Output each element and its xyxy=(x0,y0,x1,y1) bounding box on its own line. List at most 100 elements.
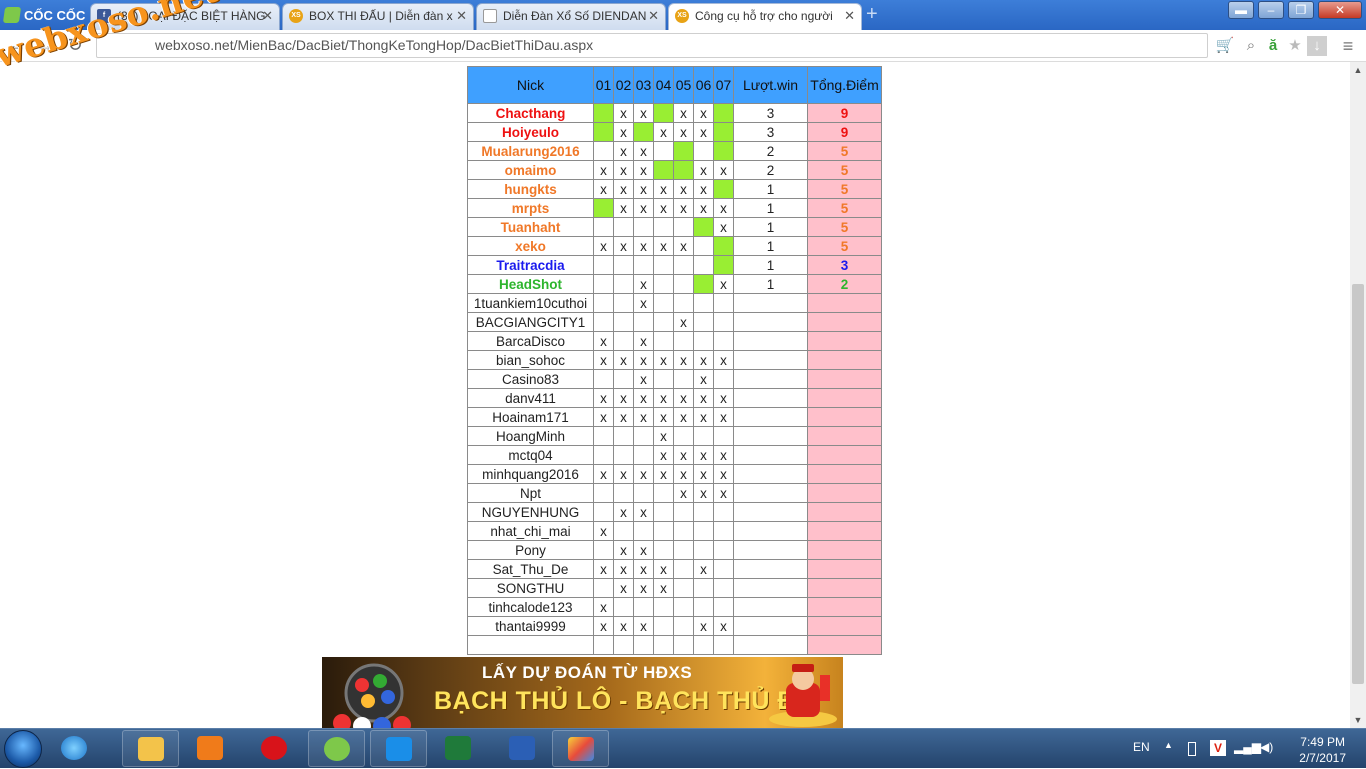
nick-cell[interactable]: danv411 xyxy=(467,388,594,408)
nick-cell[interactable]: Mualarung2016 xyxy=(467,141,594,161)
nick-cell[interactable]: Casino83 xyxy=(467,369,594,389)
nick-cell[interactable]: SONGTHU xyxy=(467,578,594,598)
tab-cong-cu[interactable]: XS Công cụ hỗ trợ cho người ✕ xyxy=(668,3,862,30)
nick-cell[interactable]: minhquang2016 xyxy=(467,464,594,484)
win-cell xyxy=(633,122,654,142)
table-row: Casino83 x x xyxy=(467,369,882,389)
scroll-down-icon[interactable]: ▼ xyxy=(1350,712,1366,728)
settings-menu-icon[interactable]: ≡ xyxy=(1338,36,1358,56)
day-cell: x xyxy=(613,236,634,256)
paint-icon xyxy=(568,737,594,761)
taskbar-explorer[interactable] xyxy=(122,730,179,767)
start-button[interactable] xyxy=(4,730,42,768)
nick-cell[interactable]: BACGIANGCITY1 xyxy=(467,312,594,332)
vietnamese-input-icon[interactable]: ă xyxy=(1263,36,1283,56)
nick-cell[interactable]: Traitracdia xyxy=(467,255,594,275)
nick-cell[interactable]: Hoiyeulo xyxy=(467,122,594,142)
tab-box-thi-dau[interactable]: XS BOX THI ĐẤU | Diễn đàn x ✕ xyxy=(282,3,474,30)
scroll-thumb[interactable] xyxy=(1352,284,1364,684)
hdxs-banner[interactable]: LẤY DỰ ĐOÁN TỪ HĐXS BẠCH THỦ LÔ - BẠCH T… xyxy=(322,657,843,728)
luot-win-cell xyxy=(733,312,808,332)
close-window-icon[interactable]: ✕ xyxy=(1318,1,1362,19)
day-cell xyxy=(693,141,714,161)
nick-cell[interactable]: hungkts xyxy=(467,179,594,199)
tab-close-icon[interactable]: ✕ xyxy=(262,4,273,28)
minimize-icon[interactable]: – xyxy=(1258,1,1284,19)
tray-expand-icon[interactable]: ▲ xyxy=(1164,740,1173,750)
nick-cell[interactable]: HoangMinh xyxy=(467,426,594,446)
day-cell: x xyxy=(613,578,634,598)
nick-cell[interactable]: tinhcalode123 xyxy=(467,597,594,617)
battery-icon[interactable] xyxy=(1188,742,1196,756)
day-cell: x xyxy=(593,597,614,617)
zoom-icon[interactable]: ⌕ xyxy=(1241,36,1261,56)
nick-cell[interactable]: Npt xyxy=(467,483,594,503)
nick-cell[interactable]: xeko xyxy=(467,236,594,256)
nick-cell[interactable]: Chacthang xyxy=(467,103,594,123)
day-cell xyxy=(613,521,634,541)
taskbar-opera[interactable] xyxy=(246,730,303,767)
win-cell xyxy=(713,122,734,142)
nick-cell[interactable]: Sat_Thu_De xyxy=(467,559,594,579)
day-cell xyxy=(673,426,694,446)
day-cell: x xyxy=(653,236,674,256)
nick-cell[interactable]: Pony xyxy=(467,540,594,560)
system-tray: EN ▲ V ▂▄▆ ◀) 7:49 PM 2/7/2017 xyxy=(1130,729,1366,769)
tab-close-icon[interactable]: ✕ xyxy=(456,4,467,28)
address-bar[interactable]: webxoso.net/MienBac/DacBiet/ThongKeTongH… xyxy=(96,33,1208,58)
score-cell: 2 xyxy=(807,274,882,294)
day-cell xyxy=(613,483,634,503)
day-cell xyxy=(653,483,674,503)
star-bookmark-icon[interactable]: ★ xyxy=(1285,36,1305,56)
volume-icon[interactable]: ◀) xyxy=(1260,740,1273,754)
nick-cell[interactable]: Tuanhaht xyxy=(467,217,594,237)
taskbar-media[interactable] xyxy=(182,730,239,767)
nick-cell[interactable]: 1tuankiem10cuthoi xyxy=(467,293,594,313)
day-cell xyxy=(633,445,654,465)
menu-icon[interactable]: ▬ xyxy=(1228,1,1254,19)
tab-close-icon[interactable]: ✕ xyxy=(648,4,659,28)
day-cell: x xyxy=(633,179,654,199)
nick-cell[interactable] xyxy=(467,635,594,655)
download-icon[interactable]: ↓ xyxy=(1307,36,1327,56)
day-cell: x xyxy=(673,198,694,218)
day-cell: x xyxy=(653,407,674,427)
nick-cell[interactable]: omaimo xyxy=(467,160,594,180)
nick-cell[interactable]: mrpts xyxy=(467,198,594,218)
new-tab-icon[interactable]: + xyxy=(866,4,888,24)
header-luot-win: Lượt.win xyxy=(733,66,808,104)
network-icon[interactable]: ▂▄▆ xyxy=(1234,740,1261,754)
scroll-up-icon[interactable]: ▲ xyxy=(1350,62,1366,78)
nick-cell[interactable]: HeadShot xyxy=(467,274,594,294)
nick-cell[interactable]: mctq04 xyxy=(467,445,594,465)
taskbar-ie[interactable] xyxy=(46,730,103,767)
luot-win-cell xyxy=(733,445,808,465)
day-cell: x xyxy=(713,483,734,503)
page-scrollbar[interactable]: ▲ ▼ xyxy=(1350,62,1366,728)
taskbar-paint[interactable] xyxy=(552,730,609,767)
maximize-icon[interactable]: ❐ xyxy=(1288,1,1314,19)
header-day: 05 xyxy=(673,66,694,104)
cart-icon[interactable]: 🛒 xyxy=(1215,36,1235,56)
taskbar-excel[interactable] xyxy=(430,730,487,767)
tab-dien-dan[interactable]: Diễn Đàn Xổ Số DIENDAN ✕ xyxy=(476,3,666,30)
nick-cell[interactable]: Hoainam171 xyxy=(467,407,594,427)
nick-cell[interactable]: thantai9999 xyxy=(467,616,594,636)
clock[interactable]: 7:49 PM 2/7/2017 xyxy=(1299,734,1346,766)
taskbar-word[interactable] xyxy=(494,730,551,767)
taskbar-coccoc[interactable] xyxy=(308,730,365,767)
day-cell xyxy=(653,331,674,351)
table-row: omaimo x x x x x 2 5 xyxy=(467,160,882,180)
language-indicator[interactable]: EN xyxy=(1133,740,1150,754)
tab-close-icon[interactable]: ✕ xyxy=(844,4,855,28)
nick-cell[interactable]: BarcaDisco xyxy=(467,331,594,351)
nick-cell[interactable]: NGUYENHUNG xyxy=(467,502,594,522)
nick-cell[interactable]: nhat_chi_mai xyxy=(467,521,594,541)
taskbar-zalo[interactable] xyxy=(370,730,427,767)
vietkey-icon[interactable]: V xyxy=(1210,740,1226,756)
luot-win-cell xyxy=(733,521,808,541)
lottery-balls-icon xyxy=(333,663,411,728)
page-icon xyxy=(483,9,497,23)
nick-cell[interactable]: bian_sohoc xyxy=(467,350,594,370)
banner-headline: LẤY DỰ ĐOÁN TỪ HĐXS xyxy=(482,663,693,682)
